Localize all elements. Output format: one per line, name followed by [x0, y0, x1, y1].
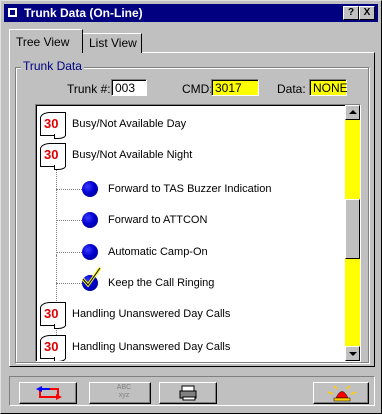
tree-item[interactable]: 30 Handling Unanswered Day Calls: [36, 333, 342, 361]
trunk-data-window: Trunk Data (On-Line) ? X Tree View List …: [0, 0, 382, 414]
scroll-down-button[interactable]: [345, 346, 360, 361]
system-menu-icon[interactable]: [8, 8, 17, 17]
tree-item[interactable]: 30 Busy/Not Available Day: [36, 110, 342, 140]
tree-item-label: Forward to ATTCON: [108, 214, 208, 226]
tree-item-label: Keep the Call Ringing: [108, 277, 215, 289]
alarm-button[interactable]: [313, 382, 369, 404]
thirty-seconds-icon: 30: [40, 112, 66, 139]
tree-item-label: Handling Unanswered Day Calls: [72, 308, 231, 320]
help-button[interactable]: ?: [343, 6, 359, 20]
tree-item[interactable]: Keep the Call Ringing: [36, 267, 342, 299]
checkmark-ball-icon: [81, 267, 102, 291]
data-label: Data:: [277, 82, 306, 96]
thirty-seconds-icon: 30: [40, 143, 66, 170]
scroll-thumb[interactable]: [345, 199, 360, 259]
print-button[interactable]: [159, 382, 217, 404]
tree-item-label: Forward to TAS Buzzer Indication: [108, 183, 272, 195]
tree-item[interactable]: Forward to TAS Buzzer Indication: [36, 175, 342, 205]
abc-label: ABC xyz: [116, 384, 132, 399]
tree-item-label: Busy/Not Available Night: [72, 149, 193, 161]
trunk-number-label: Trunk #:: [67, 82, 111, 96]
cmd-label: CMD:: [182, 82, 213, 96]
arrow-down-icon: [349, 352, 357, 356]
tree-item[interactable]: Forward to ATTCON: [36, 206, 342, 236]
printer-icon: [179, 385, 197, 401]
title-bar[interactable]: Trunk Data (On-Line) ? X: [4, 4, 378, 22]
arrow-up-icon: [349, 110, 357, 114]
group-label: Trunk Data: [21, 59, 84, 73]
window-title: Trunk Data (On-Line): [24, 6, 143, 20]
scroll-up-button[interactable]: [345, 105, 360, 120]
tree-item-label: Handling Unanswered Day Calls: [72, 341, 231, 353]
trunk-tree-view[interactable]: 30 Busy/Not Available Day 30 Busy/Not Av…: [35, 104, 361, 362]
tree-item[interactable]: Automatic Camp-On: [36, 238, 342, 268]
tree-item-label: Busy/Not Available Day: [72, 118, 187, 130]
tab-list-view[interactable]: List View: [82, 33, 142, 53]
blue-ball-icon: [82, 212, 98, 228]
close-button[interactable]: X: [359, 6, 375, 20]
alarm-light-icon: [327, 385, 357, 402]
blue-ball-icon: [82, 181, 98, 197]
tree-item[interactable]: 30 Busy/Not Available Night: [36, 141, 342, 171]
swap-arrows-icon: [36, 386, 62, 400]
vertical-scrollbar[interactable]: [345, 105, 360, 361]
abc-button[interactable]: ABC xyz: [89, 382, 151, 404]
tree-item-label: Automatic Camp-On: [108, 246, 208, 258]
data-field: NONE: [309, 79, 348, 96]
tree-item[interactable]: 30 Handling Unanswered Day Calls: [36, 300, 342, 330]
cmd-field: 3017: [211, 79, 259, 96]
thirty-seconds-icon: 30: [40, 335, 66, 361]
blue-ball-icon: [82, 244, 98, 260]
tab-tree-view[interactable]: Tree View: [9, 29, 83, 53]
thirty-seconds-icon: 30: [40, 302, 66, 329]
swap-button[interactable]: [19, 382, 77, 404]
trunk-number-field[interactable]: 003: [111, 79, 147, 96]
